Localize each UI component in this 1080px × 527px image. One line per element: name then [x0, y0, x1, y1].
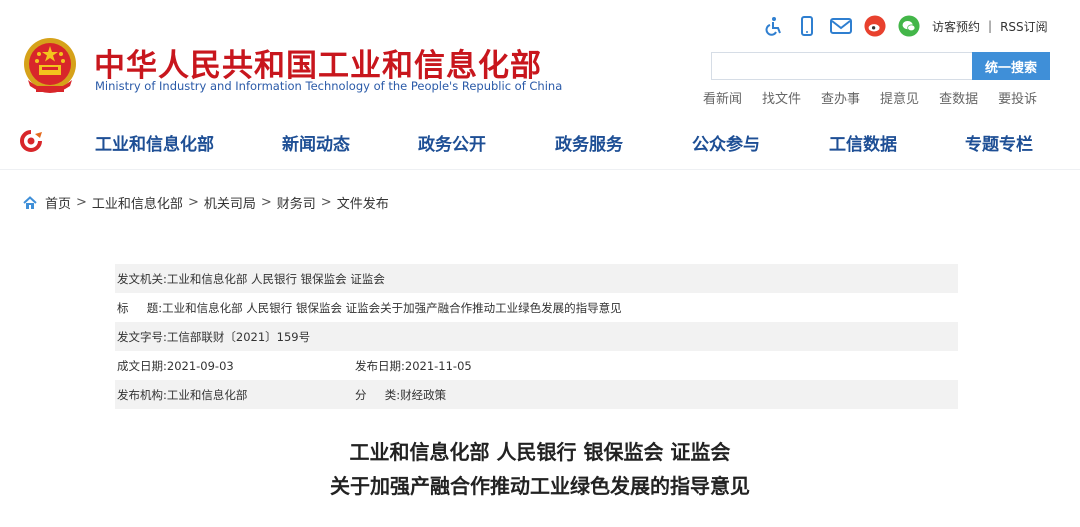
mail-icon[interactable] — [830, 15, 852, 37]
weibo-icon[interactable] — [864, 15, 886, 37]
rss-link[interactable]: RSS订阅 — [1000, 18, 1048, 35]
info-row-org: 发布机构:工业和信息化部 分 类:财经政策 — [115, 380, 958, 409]
breadcrumb-departments[interactable]: 机关司局 — [204, 193, 256, 212]
ministry-logo-icon[interactable] — [18, 130, 44, 152]
breadcrumb-separator: > — [187, 195, 199, 210]
breadcrumb-separator: > — [320, 195, 332, 210]
quick-link-files[interactable]: 找文件 — [762, 88, 801, 107]
nav-item-ministry[interactable]: 工业和信息化部 — [95, 130, 214, 155]
issuer-label: 发文机关: — [117, 271, 167, 286]
article-title-line2: 关于加强产融合作推动工业绿色发展的指导意见 — [330, 474, 750, 498]
quick-link-news[interactable]: 看新闻 — [703, 88, 742, 107]
org-label: 发布机构: — [117, 387, 167, 402]
breadcrumb-separator: > — [76, 195, 87, 210]
info-row-title: 标 题:工业和信息化部 人民银行 银保监会 证监会关于加强产融合作推动工业绿色发… — [115, 293, 958, 322]
breadcrumb-file-release[interactable]: 文件发布 — [337, 193, 389, 212]
breadcrumb-finance-dept[interactable]: 财务司 — [277, 193, 316, 212]
info-row-docno: 发文字号:工信部联财〔2021〕159号 — [115, 322, 958, 351]
info-row-dates: 成文日期:2021-09-03 发布日期:2021-11-05 — [115, 351, 958, 380]
org-value: 工业和信息化部 — [166, 387, 248, 402]
nav-item-news[interactable]: 新闻动态 — [282, 130, 350, 155]
tool-separator: | — [988, 19, 993, 33]
site-subtitle: Ministry of Industry and Information Tec… — [95, 79, 563, 93]
national-emblem-icon[interactable] — [22, 36, 78, 96]
nav-item-open-government[interactable]: 政务公开 — [418, 130, 486, 155]
quick-link-complaint[interactable]: 要投诉 — [998, 88, 1037, 107]
title-value: 工业和信息化部 人民银行 银保监会 证监会关于加强产融合作推动工业绿色发展的指导… — [162, 300, 622, 315]
site-header: 中华人民共和国工业和信息化部 Ministry of Industry and … — [0, 0, 1080, 112]
published-label: 发布日期: — [355, 358, 405, 373]
breadcrumb-separator: > — [260, 195, 272, 210]
wechat-icon[interactable] — [898, 15, 920, 37]
search-input[interactable] — [711, 52, 973, 80]
published-value: 2021-11-05 — [404, 358, 472, 373]
mobile-icon[interactable] — [796, 15, 818, 37]
home-icon — [23, 195, 37, 209]
main-nav: 工业和信息化部 新闻动态 政务公开 政务服务 公众参与 工信数据 专题专栏 — [0, 112, 1080, 170]
docno-value: 工信部联财〔2021〕159号 — [166, 329, 311, 344]
breadcrumb-home[interactable]: 首页 — [45, 193, 71, 212]
nav-item-data[interactable]: 工信数据 — [829, 130, 897, 155]
breadcrumb: 首页 > 工业和信息化部 > 机关司局 > 财务司 > 文件发布 — [22, 193, 389, 212]
quick-link-data[interactable]: 查数据 — [939, 88, 978, 107]
breadcrumb-ministry[interactable]: 工业和信息化部 — [92, 193, 183, 212]
search-button[interactable]: 统一搜索 — [972, 52, 1050, 80]
visitor-appointment-link[interactable]: 访客预约 — [932, 18, 980, 35]
article-title-line1: 工业和信息化部 人民银行 银保监会 证监会 — [349, 440, 731, 464]
quick-links: 看新闻 找文件 查办事 提意见 查数据 要投诉 — [703, 88, 1037, 107]
document-info-table: 发文机关:工业和信息化部 人民银行 银保监会 证监会 标 题:工业和信息化部 人… — [115, 264, 958, 409]
category-label: 分 类: — [355, 387, 401, 402]
issuer-value: 工业和信息化部 人民银行 银保监会 证监会 — [166, 271, 385, 286]
nav-item-services[interactable]: 政务服务 — [555, 130, 623, 155]
created-label: 成文日期: — [117, 358, 167, 373]
nav-item-special-topics[interactable]: 专题专栏 — [965, 130, 1033, 155]
nav-item-participation[interactable]: 公众参与 — [692, 130, 760, 155]
quick-link-feedback[interactable]: 提意见 — [880, 88, 919, 107]
accessibility-icon[interactable] — [762, 15, 784, 37]
top-toolbar: 访客预约 | RSS订阅 — [762, 13, 1048, 39]
title-label: 标 题: — [117, 300, 163, 315]
category-value: 财经政策 — [400, 387, 447, 402]
info-row-issuer: 发文机关:工业和信息化部 人民银行 银保监会 证监会 — [115, 264, 958, 293]
quick-link-services[interactable]: 查办事 — [821, 88, 860, 107]
docno-label: 发文字号: — [117, 329, 167, 344]
created-value: 2021-09-03 — [166, 358, 234, 373]
